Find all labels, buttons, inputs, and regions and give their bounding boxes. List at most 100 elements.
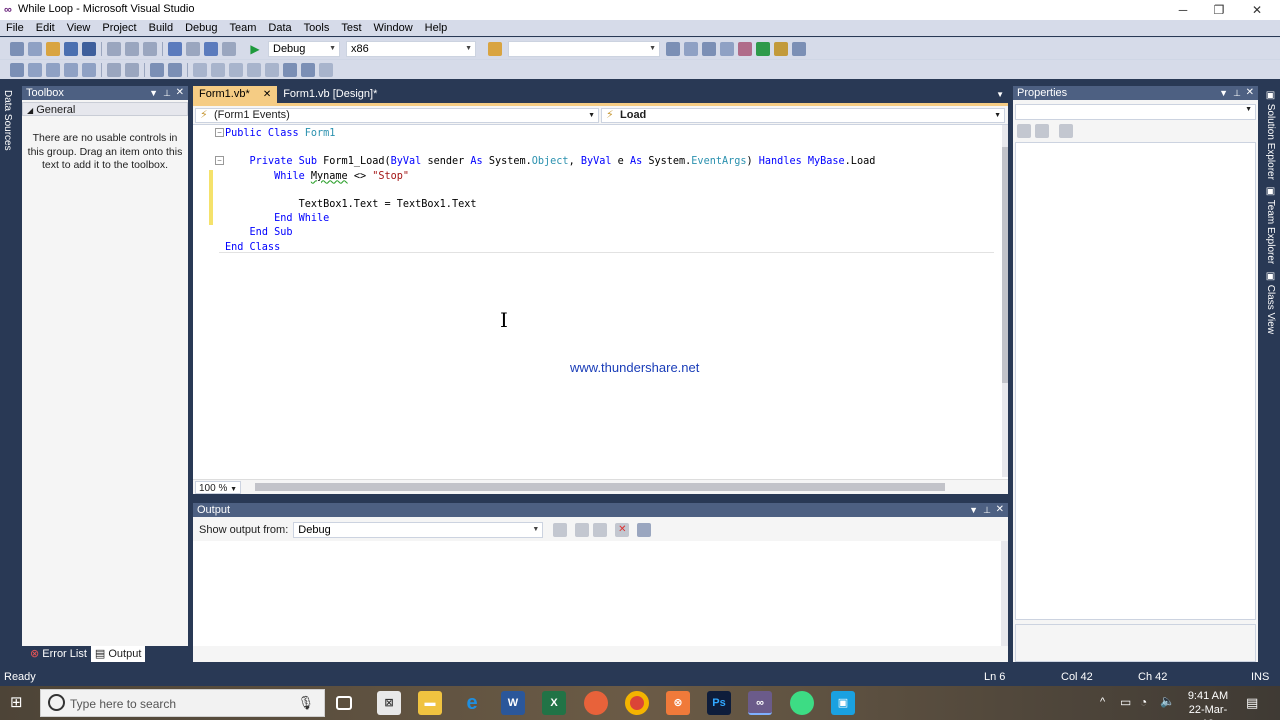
output-vertical-scrollbar[interactable] [1001,541,1008,646]
system-clock[interactable]: 9:41 AM 22-Mar-19 [1183,689,1233,720]
chrome-icon[interactable] [625,691,649,715]
tab-error-list[interactable]: ⊗ Error List [26,646,91,662]
comment-icon[interactable] [150,62,164,77]
xampp-icon[interactable]: ⊗ [666,691,690,715]
zoom-select[interactable]: 100 % ▼ [195,481,242,494]
next-message-icon[interactable] [593,523,608,537]
properties-object-select[interactable]: ▼ [1015,104,1256,120]
dropdown-icon[interactable]: ▼ [149,86,158,100]
toolbox-group-general[interactable]: ◢ General [22,102,188,116]
customize-icon[interactable] [319,62,333,77]
tab-form1-design[interactable]: Form1.vb [Design]* [277,86,383,103]
minimize-button[interactable]: ─ [1164,0,1202,20]
start-page-icon[interactable] [738,41,752,56]
show-hidden-icons-icon[interactable]: ^ [1100,696,1105,708]
new-project-icon[interactable] [10,41,24,56]
previous-bookmark-in-folder-icon[interactable] [247,62,261,77]
properties-window-icon[interactable] [684,41,698,56]
find-combo[interactable]: ▼ [508,40,660,57]
menu-team[interactable]: Team [224,20,263,36]
start-debugging-icon[interactable]: ▶ [248,42,262,56]
add-item-icon[interactable] [28,41,42,56]
task-view-icon[interactable] [336,696,352,710]
command-window-icon[interactable] [792,41,806,56]
menu-help[interactable]: Help [419,20,454,36]
outdent-icon[interactable] [125,62,139,77]
menu-tools[interactable]: Tools [298,20,336,36]
copy-icon[interactable] [125,41,139,56]
menu-debug[interactable]: Debug [179,20,223,36]
menu-file[interactable]: File [0,20,30,36]
extension-manager-icon[interactable] [756,41,770,56]
team-explorer-tab[interactable]: ▣ Team Explorer [1265,186,1276,264]
align-tops-icon[interactable] [82,62,96,77]
navigate-forward-icon[interactable] [222,41,236,56]
toggle-word-wrap-icon[interactable] [637,523,652,537]
cut-icon[interactable] [107,41,121,56]
redo-icon[interactable] [186,41,200,56]
solution-configuration-select[interactable]: Debug ▼ [268,40,340,57]
dropdown-icon[interactable]: ▼ [1219,86,1228,100]
file-explorer-icon[interactable]: ▬ [418,691,442,715]
close-icon[interactable]: ✕ [176,86,184,100]
properties-grid[interactable] [1015,142,1256,620]
photoshop-icon[interactable]: Ps [707,691,731,715]
word-icon[interactable]: W [501,691,525,715]
menu-test[interactable]: Test [335,20,367,36]
editor-vertical-scrollbar[interactable] [1002,125,1008,477]
align-rights-icon[interactable] [64,62,78,77]
find-in-files-icon[interactable] [488,41,502,56]
class-view-tab[interactable]: ▣ Class View [1265,271,1276,334]
excel-icon[interactable]: X [542,691,566,715]
class-name-select[interactable]: ⚡ (Form1 Events) ▼ [195,108,599,123]
indent-icon[interactable] [107,62,121,77]
toolbox-icon[interactable] [720,41,734,56]
output-text-area[interactable] [193,541,1001,646]
scrollbar-thumb[interactable] [1002,147,1008,383]
toggle-bookmark-icon[interactable] [301,62,315,77]
network-icon[interactable]: ◔ [1140,695,1147,709]
next-bookmark-in-folder-icon[interactable] [265,62,279,77]
solution-explorer-tab[interactable]: ▣ Solution Explorer [1265,90,1276,180]
store-icon[interactable]: ⊠ [377,691,401,715]
uncomment-icon[interactable] [168,62,182,77]
code-editor[interactable]: − − Public Class Form1 Private Sub Form1… [193,125,1008,479]
menu-build[interactable]: Build [143,20,179,36]
property-pages-icon[interactable] [1059,124,1073,138]
camera-app-icon[interactable]: ▣ [831,691,855,715]
maximize-button[interactable]: ❐ [1200,0,1238,20]
find-message-icon[interactable] [553,523,568,537]
collapse-sub-icon[interactable]: − [215,156,224,165]
method-name-select[interactable]: ⚡ Load ▼ [601,108,1005,123]
pin-icon[interactable]: ⊥ [163,86,171,100]
solution-platform-select[interactable]: x86 ▼ [346,40,476,57]
collapse-class-icon[interactable]: − [215,128,224,137]
menu-edit[interactable]: Edit [30,20,61,36]
previous-bookmark-icon[interactable] [211,62,225,77]
close-icon[interactable]: ✕ [996,503,1004,517]
menu-data[interactable]: Data [262,20,297,36]
android-studio-icon[interactable] [790,691,814,715]
dropdown-icon[interactable]: ▼ [969,503,978,517]
menu-project[interactable]: Project [96,20,142,36]
pin-icon[interactable]: ⊥ [983,503,991,517]
alphabetical-icon[interactable] [1035,124,1049,138]
tab-output[interactable]: ▤ Output [90,646,146,662]
menu-window[interactable]: Window [368,20,419,36]
navigate-backward-icon[interactable] [204,41,218,56]
object-browser-icon[interactable] [702,41,716,56]
menu-view[interactable]: View [61,20,97,36]
output-source-select[interactable]: Debug ▼ [293,522,544,538]
align-centers-icon[interactable] [46,62,60,77]
close-tab-icon[interactable]: ✕ [263,89,271,100]
paste-icon[interactable] [143,41,157,56]
data-sources-tab[interactable]: Data Sources [2,90,13,151]
next-bookmark-icon[interactable] [229,62,243,77]
windows-start-icon[interactable]: ⊞ [10,695,26,711]
solution-explorer-icon[interactable] [666,41,680,56]
notifications-icon[interactable]: ▤ [1246,695,1258,711]
volume-icon[interactable]: 🔈 [1160,694,1175,708]
edge-icon[interactable]: e [460,691,484,715]
undo-icon[interactable] [168,41,182,56]
horizontal-scrollbar-thumb[interactable] [255,483,945,491]
